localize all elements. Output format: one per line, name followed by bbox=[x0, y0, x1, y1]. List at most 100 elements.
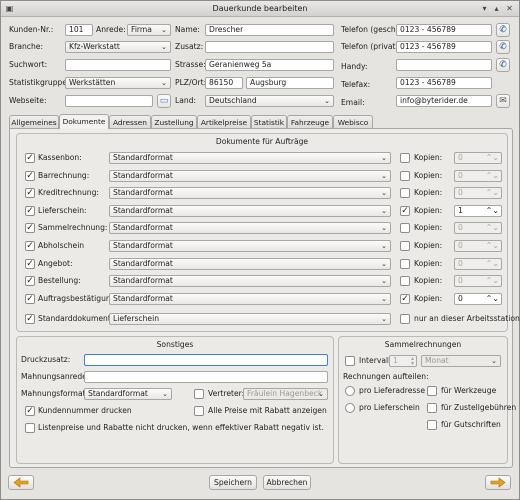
intervall-unit-select[interactable]: Monat ⌄ bbox=[421, 355, 501, 367]
name-field[interactable]: Drescher bbox=[205, 24, 334, 36]
minimize-icon[interactable]: ▾ bbox=[480, 4, 489, 13]
document-format-select[interactable]: Standardformat ⌄ bbox=[109, 204, 391, 217]
document-checkbox[interactable]: ✓ bbox=[25, 276, 35, 287]
title-bar: Dauerkunde bearbeiten ▣ ▾ ▴ ✕ bbox=[1, 1, 519, 17]
vertreter-select[interactable]: Fräulein Hagenbeck ⌄ bbox=[243, 388, 328, 400]
intervall-spinner[interactable]: 1 ▴ ▾ bbox=[389, 355, 417, 367]
tab-zustellung[interactable]: Zustellung bbox=[151, 115, 197, 129]
vertreter-checkbox[interactable] bbox=[194, 389, 204, 399]
document-format-select[interactable]: Standardformat ⌄ bbox=[109, 257, 391, 270]
save-button[interactable]: Speichern bbox=[209, 475, 257, 490]
kopien-spinner[interactable]: 1 ⌃⌄ bbox=[454, 204, 502, 217]
werkzeuge-checkbox[interactable] bbox=[427, 386, 437, 396]
telefax-field[interactable]: 0123 - 456789 bbox=[396, 77, 492, 89]
document-format-select[interactable]: Standardformat ⌄ bbox=[109, 169, 391, 182]
kundennr-field[interactable]: 101 bbox=[65, 24, 93, 36]
rabatt-checkbox[interactable] bbox=[194, 406, 204, 416]
document-format-select[interactable]: Standardformat ⌄ bbox=[109, 275, 391, 288]
kopien-checkbox[interactable]: ✓ bbox=[400, 293, 410, 304]
kopien-checkbox[interactable] bbox=[400, 170, 410, 181]
document-checkbox[interactable]: ✓ bbox=[25, 293, 35, 304]
intervall-checkbox[interactable] bbox=[345, 356, 355, 366]
window-menu-icon[interactable]: ▣ bbox=[5, 4, 14, 13]
webseite-field[interactable] bbox=[65, 95, 153, 107]
anrede-select[interactable]: Firma ⌄ bbox=[127, 24, 171, 36]
kopien-spinner[interactable]: 0 ⌃⌄ bbox=[454, 240, 502, 252]
tab-webisco[interactable]: Webisco bbox=[333, 115, 373, 129]
phone-icon[interactable]: ✆ bbox=[496, 23, 510, 37]
plz-field[interactable]: 86150 bbox=[205, 77, 243, 89]
document-checkbox[interactable]: ✓ bbox=[25, 205, 35, 216]
kopien-checkbox[interactable] bbox=[400, 153, 410, 163]
statistikgruppe-select[interactable]: Werkstätten ⌄ bbox=[65, 77, 171, 89]
kopien-checkbox[interactable]: ✓ bbox=[400, 205, 410, 216]
previous-record-button[interactable] bbox=[8, 475, 34, 490]
handy-field[interactable] bbox=[396, 59, 492, 71]
branche-select[interactable]: Kfz-Werkstatt ⌄ bbox=[65, 41, 171, 53]
suchwort-field[interactable] bbox=[65, 59, 171, 71]
kundennummer-checkbox[interactable]: ✓ bbox=[25, 406, 35, 416]
tab-statistik[interactable]: Statistik bbox=[251, 115, 287, 129]
tel-gesch-field[interactable]: 0123 - 456789 bbox=[396, 24, 492, 36]
pro-lieferadresse-radio[interactable] bbox=[345, 386, 355, 396]
kopien-spinner[interactable]: 0 ⌃⌄ bbox=[454, 222, 502, 235]
document-checkbox[interactable]: ✓ bbox=[25, 153, 35, 163]
tab-artikelpreise[interactable]: Artikelpreise bbox=[197, 115, 251, 129]
document-format-select[interactable]: Standardformat ⌄ bbox=[109, 187, 391, 200]
phone-icon[interactable]: ✆ bbox=[496, 58, 510, 72]
phone-icon[interactable]: ✆ bbox=[496, 40, 510, 54]
gutschriften-checkbox[interactable] bbox=[427, 420, 437, 430]
rabatt-label: Alle Preise mit Rabatt anzeigen bbox=[208, 406, 327, 415]
close-icon[interactable]: ✕ bbox=[505, 4, 514, 13]
document-checkbox[interactable]: ✓ bbox=[25, 223, 35, 234]
kopien-checkbox[interactable] bbox=[400, 188, 410, 199]
tab-fahrzeuge[interactable]: Fahrzeuge bbox=[287, 115, 333, 129]
ort-field[interactable]: Augsburg bbox=[246, 77, 334, 89]
next-record-button[interactable] bbox=[485, 475, 511, 490]
kopien-checkbox[interactable] bbox=[400, 223, 410, 234]
standard-doc-select[interactable]: Lieferschein ⌄ bbox=[109, 313, 391, 325]
kopien-spinner[interactable]: 0 ⌃⌄ bbox=[454, 292, 502, 305]
document-format-select[interactable]: Standardformat ⌄ bbox=[109, 152, 391, 164]
tel-privat-field[interactable]: 0123 - 456789 bbox=[396, 41, 492, 53]
kopien-checkbox[interactable] bbox=[400, 241, 410, 251]
tab-allgemeines[interactable]: Allgemeines bbox=[9, 115, 59, 129]
kopien-spinner[interactable]: 0 ⌃⌄ bbox=[454, 257, 502, 270]
standard-doc-checkbox[interactable]: ✓ bbox=[25, 314, 35, 324]
kopien-spinner[interactable]: 0 ⌃⌄ bbox=[454, 152, 502, 164]
browser-icon[interactable]: ▭ bbox=[157, 94, 171, 108]
station-checkbox[interactable] bbox=[400, 314, 410, 324]
kopien-spinner[interactable]: 0 ⌃⌄ bbox=[454, 275, 502, 288]
document-format-select[interactable]: Standardformat ⌄ bbox=[109, 292, 391, 305]
zusatz-field[interactable] bbox=[205, 41, 334, 53]
kopien-label: Kopien: bbox=[414, 258, 443, 268]
druckzusatz-field[interactable] bbox=[84, 354, 328, 366]
zustellgebuehren-checkbox[interactable] bbox=[427, 403, 437, 413]
kopien-checkbox[interactable] bbox=[400, 276, 410, 287]
mail-icon[interactable]: ✉ bbox=[496, 94, 510, 108]
document-checkbox[interactable]: ✓ bbox=[25, 241, 35, 251]
intervall-unit-value: Monat bbox=[425, 356, 449, 365]
cancel-button[interactable]: Abbrechen bbox=[263, 475, 311, 490]
strasse-field[interactable]: Geranienweg 5a bbox=[205, 59, 334, 71]
statistikgruppe-value: Werkstätten bbox=[69, 78, 116, 87]
kopien-spinner[interactable]: 0 ⌃⌄ bbox=[454, 187, 502, 200]
document-format-select[interactable]: Standardformat ⌄ bbox=[109, 222, 391, 235]
mahnungsanrede-field[interactable] bbox=[84, 371, 328, 383]
listenpreise-checkbox[interactable] bbox=[25, 423, 35, 433]
tab-adressen[interactable]: Adressen bbox=[109, 115, 151, 129]
pro-lieferschein-radio[interactable] bbox=[345, 403, 355, 413]
document-checkbox[interactable]: ✓ bbox=[25, 188, 35, 199]
email-field[interactable]: info@byterider.de bbox=[396, 95, 492, 107]
kopien-value: 0 bbox=[458, 276, 463, 286]
kopien-checkbox[interactable] bbox=[400, 258, 410, 269]
mahnungsformat-select[interactable]: Standardformat ⌄ bbox=[84, 388, 172, 400]
land-select[interactable]: Deutschland ⌄ bbox=[205, 95, 334, 107]
document-checkbox[interactable]: ✓ bbox=[25, 258, 35, 269]
tab-dokumente[interactable]: Dokumente bbox=[59, 114, 109, 129]
kopien-spinner[interactable]: 0 ⌃⌄ bbox=[454, 169, 502, 182]
documents-group: Dokumente für Aufträge ✓ Kassenbon: Standa… bbox=[16, 133, 520, 332]
document-format-select[interactable]: Standardformat ⌄ bbox=[109, 240, 391, 252]
document-checkbox[interactable]: ✓ bbox=[25, 170, 35, 181]
maximize-icon[interactable]: ▴ bbox=[492, 4, 501, 13]
